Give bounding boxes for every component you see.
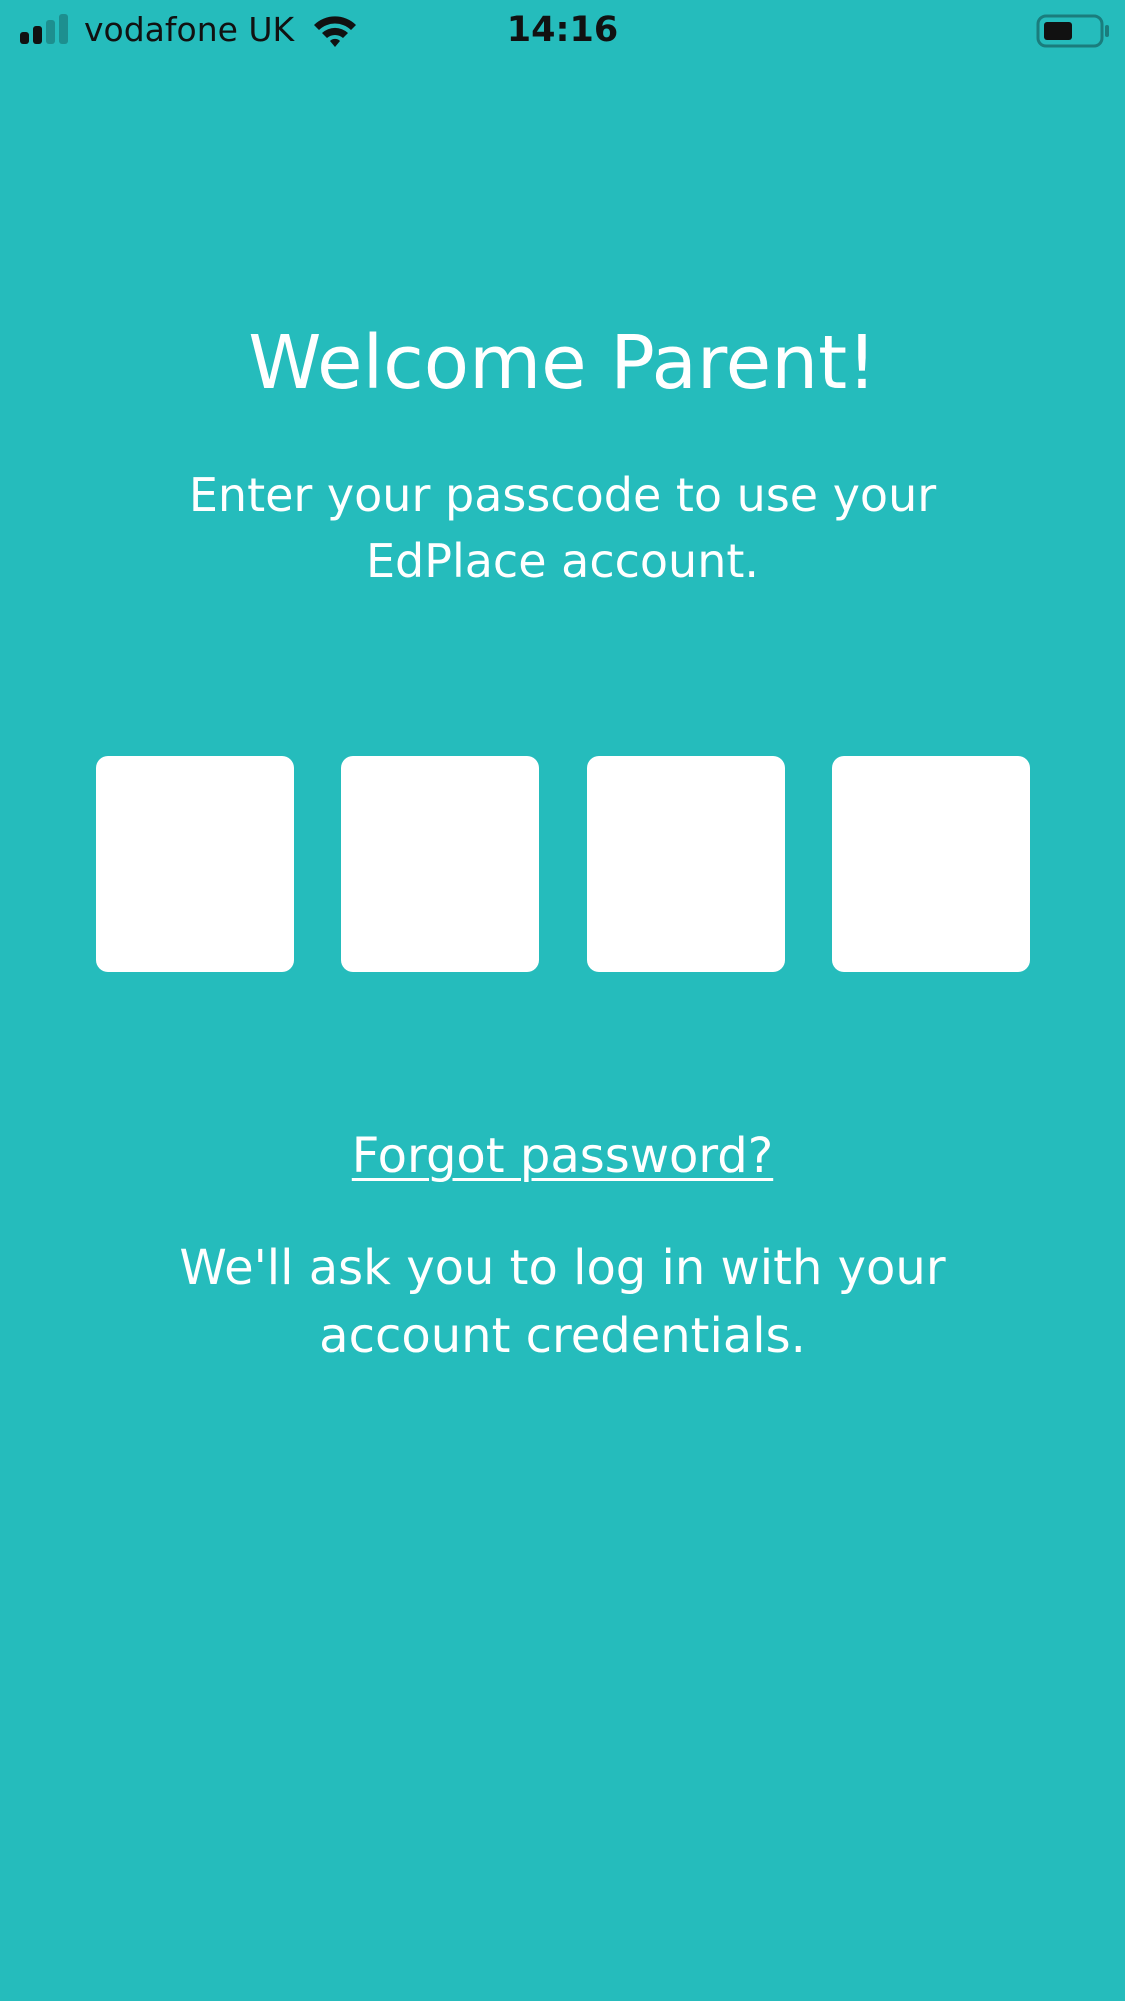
passcode-digit-2[interactable] [341,756,539,972]
passcode-instructions: Enter your passcode to use your EdPlace … [188,468,937,588]
passcode-digit-1[interactable] [96,756,294,972]
forgot-password-link[interactable]: Forgot password? [352,1128,773,1184]
passcode-digit-3[interactable] [587,756,785,972]
passcode-digit-4[interactable] [832,756,1030,972]
login-note: We'll ask you to log in with your accoun… [179,1240,946,1364]
status-time: 14:16 [506,10,619,50]
page-title: Welcome Parent! [248,320,877,406]
battery-icon [1036,14,1109,48]
status-bar: vodafone UK 14:16 [0,0,1125,62]
forgot-password-container: Forgot password? [0,1124,1125,1188]
